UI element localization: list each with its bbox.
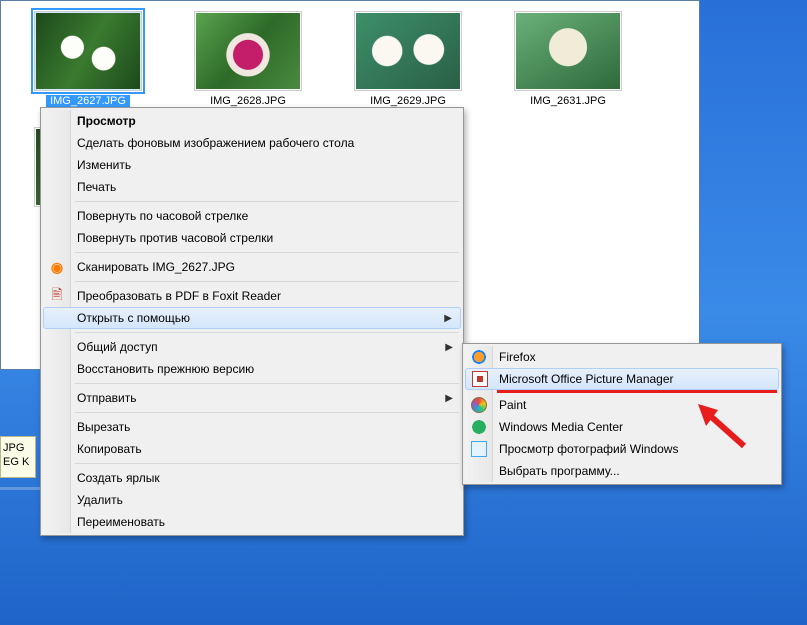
tooltip-box: JPG EG K [0, 436, 36, 478]
submenu-arrow-icon: ▶ [445, 393, 453, 404]
thumbnail-label: IMG_2631.JPG [530, 95, 606, 107]
context-menu: Просмотр Сделать фоновым изображением ра… [40, 107, 464, 536]
menu-item-edit[interactable]: Изменить [43, 154, 461, 176]
menu-separator [75, 463, 459, 464]
tooltip-line: JPG [3, 441, 33, 455]
menu-label: Paint [499, 398, 526, 412]
menu-item-rename[interactable]: Переименовать [43, 511, 461, 533]
submenu-item-windows-photo-viewer[interactable]: Просмотр фотографий Windows [465, 438, 779, 460]
picture-manager-icon [472, 371, 488, 387]
menu-label: Просмотр [77, 114, 136, 128]
menu-label: Выбрать программу... [499, 464, 620, 478]
thumbnail-item[interactable]: IMG_2628.JPG [193, 11, 303, 107]
menu-label: Изменить [77, 158, 131, 172]
thumbnail-label: IMG_2628.JPG [210, 95, 286, 107]
media-center-icon [471, 419, 487, 435]
menu-item-create-shortcut[interactable]: Создать ярлык [43, 467, 461, 489]
menu-item-scan[interactable]: ◉ Сканировать IMG_2627.JPG [43, 256, 461, 278]
menu-label: Вырезать [77, 420, 130, 434]
menu-label: Сканировать IMG_2627.JPG [77, 260, 235, 274]
menu-separator [75, 412, 459, 413]
menu-label: Восстановить прежнюю версию [77, 362, 254, 376]
menu-item-view[interactable]: Просмотр [43, 110, 461, 132]
menu-label: Повернуть против часовой стрелки [77, 231, 273, 245]
submenu-item-paint[interactable]: Paint [465, 394, 779, 416]
submenu-arrow-icon: ▶ [444, 313, 452, 324]
menu-label: Печать [77, 180, 116, 194]
menu-label: Удалить [77, 493, 123, 507]
thumbnail-item[interactable]: IMG_2631.JPG [513, 11, 623, 107]
thumbnail-image [36, 13, 140, 89]
thumbnail-image [196, 13, 300, 89]
menu-label: Microsoft Office Picture Manager [499, 372, 674, 386]
menu-item-cut[interactable]: Вырезать [43, 416, 461, 438]
thumbnail-row: IMG_2627.JPG IMG_2628.JPG IMG_2629.JPG I… [1, 1, 699, 117]
menu-separator [75, 201, 459, 202]
tooltip-line: EG K [3, 455, 33, 469]
menu-item-copy[interactable]: Копировать [43, 438, 461, 460]
firefox-icon [471, 349, 487, 365]
annotation-underline [497, 390, 777, 393]
menu-label: Создать ярлык [77, 471, 160, 485]
scan-icon: ◉ [49, 259, 65, 275]
menu-item-delete[interactable]: Удалить [43, 489, 461, 511]
menu-label: Windows Media Center [499, 420, 623, 434]
open-with-submenu: Firefox Microsoft Office Picture Manager… [462, 343, 782, 485]
thumbnail-label: IMG_2627.JPG [46, 95, 130, 107]
taskbar-edge [0, 487, 40, 490]
thumbnail-label: IMG_2629.JPG [370, 95, 446, 107]
menu-label: Сделать фоновым изображением рабочего ст… [77, 136, 354, 150]
menu-item-rotate-ccw[interactable]: Повернуть против часовой стрелки [43, 227, 461, 249]
menu-separator [75, 252, 459, 253]
menu-label: Общий доступ [77, 340, 158, 354]
menu-label: Просмотр фотографий Windows [499, 442, 678, 456]
menu-label: Отправить [77, 391, 137, 405]
submenu-arrow-icon: ▶ [445, 342, 453, 353]
menu-item-set-wallpaper[interactable]: Сделать фоновым изображением рабочего ст… [43, 132, 461, 154]
submenu-item-ms-office-picture-manager[interactable]: Microsoft Office Picture Manager [465, 368, 779, 390]
menu-label: Преобразовать в PDF в Foxit Reader [77, 289, 281, 303]
menu-item-restore-version[interactable]: Восстановить прежнюю версию [43, 358, 461, 380]
menu-label: Копировать [77, 442, 142, 456]
submenu-item-firefox[interactable]: Firefox [465, 346, 779, 368]
menu-label: Переименовать [77, 515, 165, 529]
menu-item-rotate-cw[interactable]: Повернуть по часовой стрелке [43, 205, 461, 227]
menu-label: Открыть с помощью [77, 311, 190, 325]
menu-item-send-to[interactable]: Отправить ▶ [43, 387, 461, 409]
menu-separator [75, 332, 459, 333]
thumbnail-image [356, 13, 460, 89]
thumbnail-item[interactable]: IMG_2627.JPG [33, 11, 143, 107]
menu-item-share[interactable]: Общий доступ ▶ [43, 336, 461, 358]
pdf-icon: 🖹 [49, 288, 65, 304]
menu-item-open-with[interactable]: Открыть с помощью ▶ [43, 307, 461, 329]
menu-separator [75, 383, 459, 384]
menu-label: Firefox [499, 350, 536, 364]
paint-icon [471, 397, 487, 413]
thumbnail-item[interactable]: IMG_2629.JPG [353, 11, 463, 107]
photo-viewer-icon [471, 441, 487, 457]
thumbnail-image [516, 13, 620, 89]
submenu-item-choose-program[interactable]: Выбрать программу... [465, 460, 779, 482]
menu-item-convert-pdf[interactable]: 🖹 Преобразовать в PDF в Foxit Reader [43, 285, 461, 307]
menu-separator [75, 281, 459, 282]
menu-item-print[interactable]: Печать [43, 176, 461, 198]
menu-label: Повернуть по часовой стрелке [77, 209, 248, 223]
submenu-item-windows-media-center[interactable]: Windows Media Center [465, 416, 779, 438]
